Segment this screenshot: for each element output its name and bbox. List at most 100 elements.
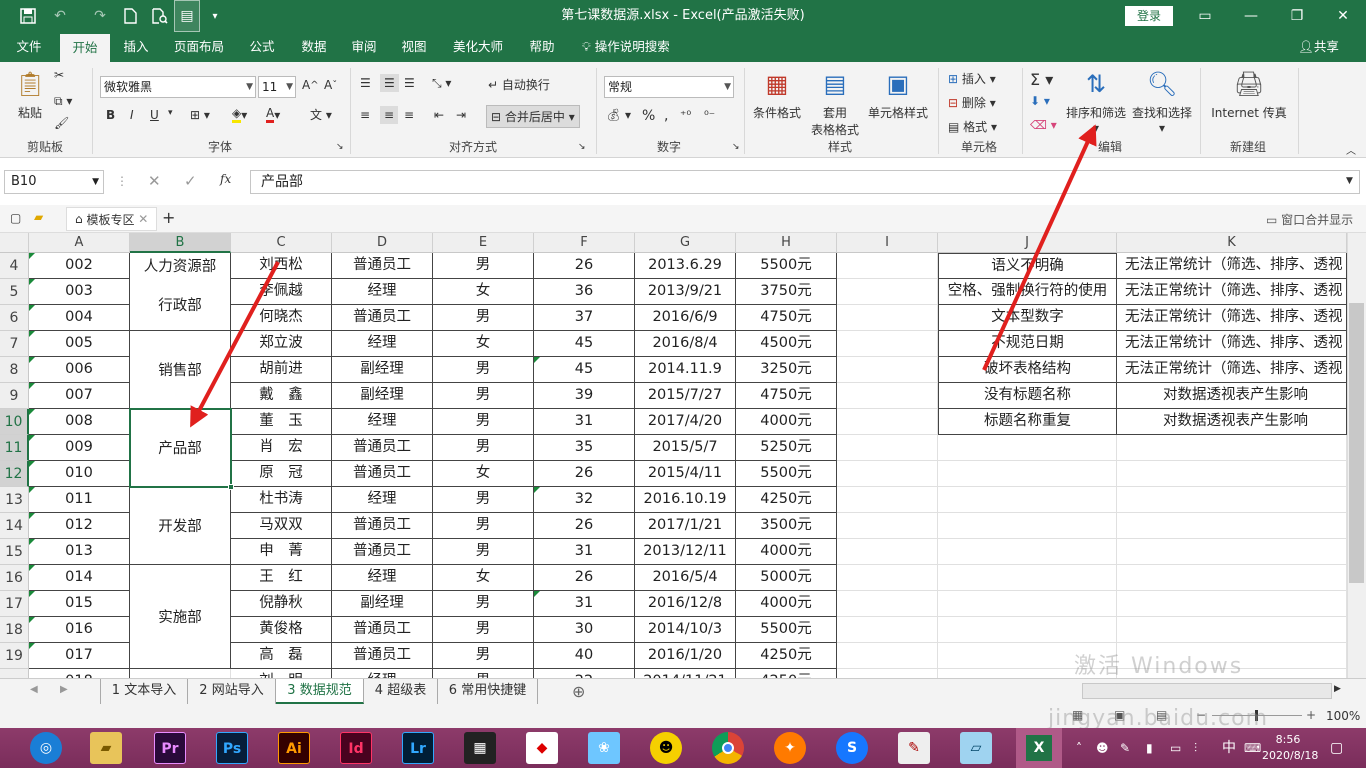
restore-button[interactable]: ❐ bbox=[1274, 0, 1320, 32]
row-header[interactable]: 9 bbox=[0, 383, 29, 409]
row-header[interactable]: 13 bbox=[0, 487, 29, 513]
sheet-tab[interactable]: 1 文本导入 bbox=[100, 679, 188, 704]
table-cell[interactable]: 2014/10/3 bbox=[635, 617, 736, 643]
align-middle-icon[interactable]: ☰ bbox=[380, 74, 399, 92]
table-cell[interactable]: 31 bbox=[534, 539, 635, 565]
table-cell[interactable]: 003 bbox=[29, 279, 130, 305]
tab-page-layout[interactable]: 页面布局 bbox=[166, 32, 232, 62]
insert-function-button[interactable]: fx bbox=[220, 172, 231, 186]
sheet-tab[interactable]: 6 常用快捷键 bbox=[438, 679, 538, 704]
tray-wifi-icon[interactable]: ⫶ bbox=[1194, 728, 1197, 768]
table-cell[interactable]: 2016.10.19 bbox=[635, 487, 736, 513]
collapse-ribbon-icon[interactable]: ︿ bbox=[1346, 142, 1356, 157]
tab-insert[interactable]: 插入 bbox=[114, 32, 158, 62]
sort-filter-button[interactable]: ⇅ 排序和筛选 ▾ bbox=[1062, 68, 1130, 135]
table-cell[interactable]: 4000元 bbox=[736, 539, 837, 565]
find-select-button[interactable]: 🔍︎ 查找和选择 ▾ bbox=[1128, 68, 1196, 135]
table-cell[interactable]: 普通员工 bbox=[332, 461, 433, 487]
table-cell[interactable]: 4250元 bbox=[736, 487, 837, 513]
chrome-icon[interactable] bbox=[712, 732, 744, 764]
table-cell[interactable]: 男 bbox=[433, 305, 534, 331]
column-header[interactable]: J bbox=[938, 233, 1117, 253]
table-cell[interactable]: 2015/4/11 bbox=[635, 461, 736, 487]
tab-data[interactable]: 数据 bbox=[292, 32, 336, 62]
issue-cell[interactable]: 空格、强制换行符的使用 bbox=[938, 279, 1117, 305]
chat-app-icon[interactable]: ❀ bbox=[588, 732, 620, 764]
enter-icon[interactable]: ✓ bbox=[184, 172, 197, 190]
tray-pen-icon[interactable]: ✎ bbox=[1120, 728, 1130, 768]
column-header[interactable]: B bbox=[130, 233, 231, 253]
table-cell[interactable]: 008 bbox=[29, 409, 130, 435]
table-cell[interactable]: 011 bbox=[29, 487, 130, 513]
table-cell[interactable]: 2014/11/21 bbox=[635, 669, 736, 678]
table-cell[interactable]: 郑立波 bbox=[231, 331, 332, 357]
qq-icon[interactable]: ☻ bbox=[650, 732, 682, 764]
table-cell[interactable]: 013 bbox=[29, 539, 130, 565]
illustrator-icon[interactable]: Ai bbox=[278, 732, 310, 764]
impact-cell[interactable]: 无法正常统计（筛选、排序、透视 bbox=[1117, 331, 1347, 357]
tray-keyboard-icon[interactable]: ⌨ bbox=[1244, 728, 1261, 768]
table-cell[interactable]: 015 bbox=[29, 591, 130, 617]
column-header[interactable]: E bbox=[433, 233, 534, 253]
table-cell[interactable]: 5000元 bbox=[736, 565, 837, 591]
zoom-level[interactable]: 100% bbox=[1326, 709, 1360, 723]
table-cell[interactable]: 4500元 bbox=[736, 331, 837, 357]
scroll-right-icon[interactable]: ▶ bbox=[1334, 684, 1341, 694]
excel-taskbar-icon[interactable]: X bbox=[1016, 728, 1062, 768]
tell-me-search[interactable]: 💡︎ 操作说明搜索 bbox=[582, 32, 670, 62]
notepad-icon[interactable]: ▱ bbox=[960, 732, 992, 764]
table-cell[interactable]: 胡前进 bbox=[231, 357, 332, 383]
table-cell[interactable]: 2016/12/8 bbox=[635, 591, 736, 617]
impact-cell[interactable]: 无法正常统计（筛选、排序、透视 bbox=[1117, 253, 1347, 279]
issue-cell[interactable]: 破坏表格结构 bbox=[938, 357, 1117, 383]
table-cell[interactable]: 2017/4/20 bbox=[635, 409, 736, 435]
table-cell[interactable]: 副经理 bbox=[332, 383, 433, 409]
table-cell[interactable]: 倪静秋 bbox=[231, 591, 332, 617]
font-color-icon[interactable]: A ▾ bbox=[266, 106, 280, 123]
italic-button[interactable]: I bbox=[130, 108, 134, 122]
table-cell[interactable]: 36 bbox=[534, 279, 635, 305]
number-format-combo[interactable]: 常规 ▼ bbox=[604, 76, 734, 98]
table-cell[interactable]: 经理 bbox=[332, 669, 433, 678]
table-cell[interactable]: 董 玉 bbox=[231, 409, 332, 435]
merge-center-button[interactable]: ⊟ 合并后居中 ▾ bbox=[486, 105, 580, 128]
align-left-icon[interactable]: ≡ bbox=[360, 108, 370, 122]
lightroom-icon[interactable]: Lr bbox=[402, 732, 434, 764]
table-cell[interactable]: 45 bbox=[534, 357, 635, 383]
template-zone-tab[interactable]: ⌂ 模板专区 ✕ bbox=[66, 207, 158, 231]
cancel-icon[interactable]: ✕ bbox=[148, 172, 161, 190]
notes-icon[interactable]: ✎ bbox=[898, 732, 930, 764]
issue-cell[interactable]: 没有标题名称 bbox=[938, 383, 1117, 409]
close-button[interactable]: ✕ bbox=[1320, 0, 1366, 32]
xmind-icon[interactable]: ◆ bbox=[526, 732, 558, 764]
table-cell[interactable]: 2016/8/4 bbox=[635, 331, 736, 357]
add-tab-button[interactable]: + bbox=[162, 208, 175, 227]
align-top-icon[interactable]: ☰ bbox=[360, 76, 371, 90]
issue-cell[interactable]: 文本型数字 bbox=[938, 305, 1117, 331]
row-header[interactable]: 11 bbox=[0, 435, 29, 461]
table-cell[interactable]: 申 菁 bbox=[231, 539, 332, 565]
fill-color-icon[interactable]: ◈ ▾ bbox=[232, 106, 247, 123]
tray-chevron-icon[interactable]: ˄ bbox=[1076, 728, 1082, 768]
photoshop-icon[interactable]: Ps bbox=[216, 732, 248, 764]
merge-window-button[interactable]: ▭ 窗口合并显示 bbox=[1266, 211, 1353, 228]
table-cell[interactable]: 31 bbox=[534, 591, 635, 617]
tab-meihua[interactable]: 美化大师 bbox=[446, 32, 510, 62]
table-cell[interactable]: 杜书涛 bbox=[231, 487, 332, 513]
prev-sheet-icon[interactable]: ◀ bbox=[30, 684, 38, 695]
table-cell[interactable]: 2014.11.9 bbox=[635, 357, 736, 383]
underline-button[interactable]: U bbox=[150, 108, 159, 122]
table-cell[interactable]: 5500元 bbox=[736, 617, 837, 643]
browser-icon[interactable]: ✦ bbox=[774, 732, 806, 764]
table-cell[interactable]: 副经理 bbox=[332, 357, 433, 383]
worksheet-grid[interactable]: A B C D E F G H I J K 4 002 刘西松 普通员工男 26 2013.6.29 5500元 5… bbox=[0, 233, 1366, 678]
table-cell[interactable]: 26 bbox=[534, 565, 635, 591]
shrink-font-icon[interactable]: Aˇ bbox=[324, 78, 337, 92]
row-header[interactable]: 19 bbox=[0, 643, 29, 669]
table-cell[interactable]: 3500元 bbox=[736, 513, 837, 539]
table-cell[interactable]: 男 bbox=[433, 409, 534, 435]
row-header[interactable]: 17 bbox=[0, 591, 29, 617]
table-cell[interactable]: 王 红 bbox=[231, 565, 332, 591]
align-center-icon[interactable]: ≡ bbox=[380, 106, 399, 124]
table-cell[interactable]: 4750元 bbox=[736, 383, 837, 409]
